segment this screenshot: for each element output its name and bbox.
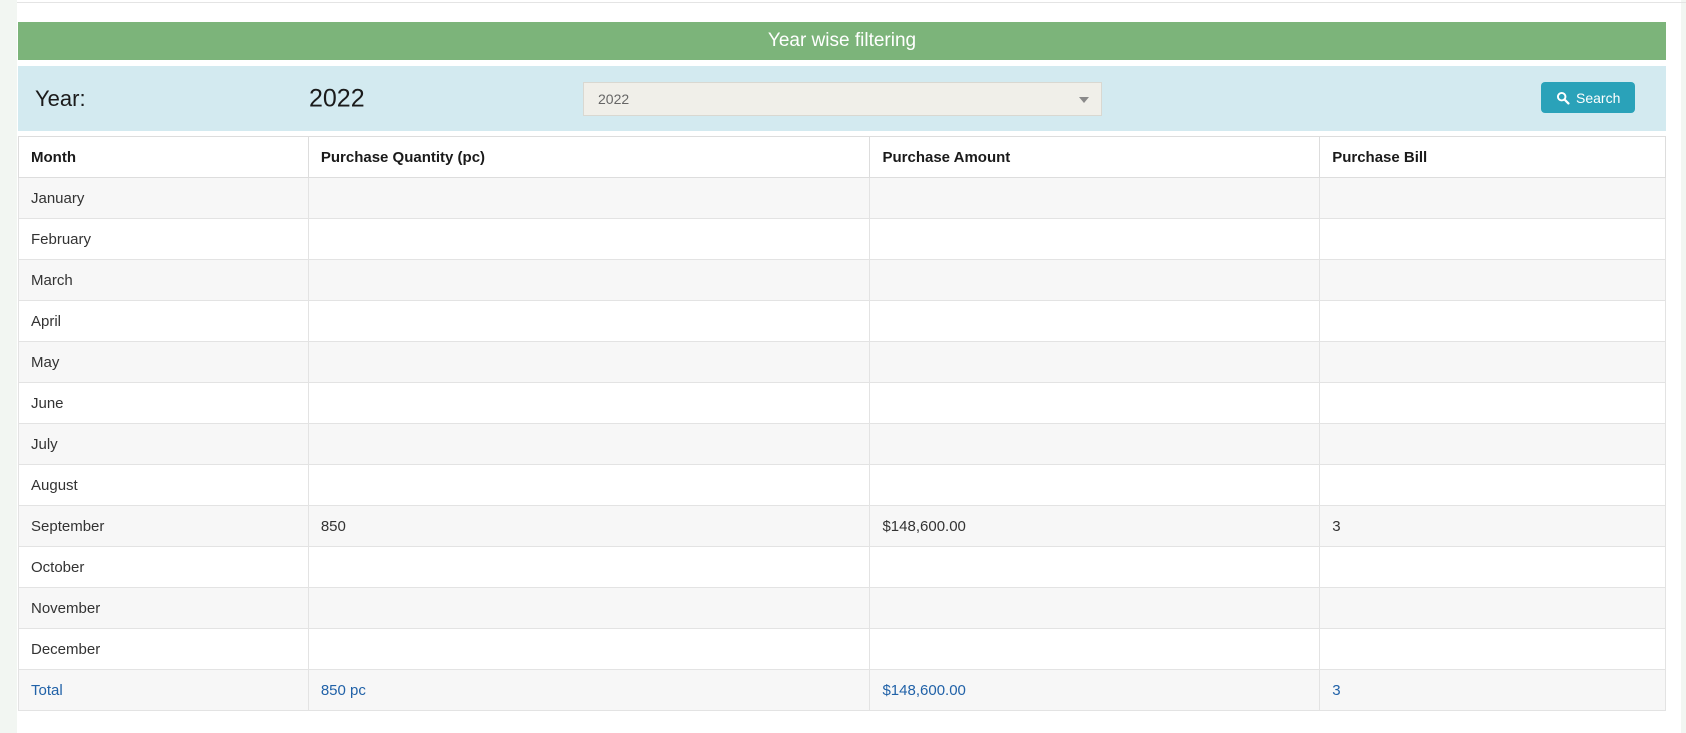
year-value: 2022 [309, 84, 365, 113]
monthly-purchase-table: Month Purchase Quantity (pc) Purchase Am… [18, 136, 1666, 711]
amount-cell [870, 547, 1320, 588]
search-button-label: Search [1576, 90, 1620, 106]
total-quantity-cell: 850 pc [308, 670, 870, 711]
column-header-quantity: Purchase Quantity (pc) [308, 137, 870, 178]
bill-cell [1320, 260, 1666, 301]
table-row: May [19, 342, 1666, 383]
quantity-cell [308, 342, 870, 383]
quantity-cell [308, 547, 870, 588]
total-label-cell: Total [19, 670, 309, 711]
total-bill-cell: 3 [1320, 670, 1666, 711]
bill-cell [1320, 465, 1666, 506]
month-cell: May [19, 342, 309, 383]
table-row: December [19, 629, 1666, 670]
year-label: Year: [35, 86, 86, 112]
quantity-cell [308, 588, 870, 629]
bill-cell [1320, 547, 1666, 588]
month-cell: July [19, 424, 309, 465]
filter-bar: Year: 2022 2022 Search [18, 66, 1666, 131]
top-divider [17, 2, 1686, 3]
amount-cell [870, 465, 1320, 506]
table-header-row: Month Purchase Quantity (pc) Purchase Am… [19, 137, 1666, 178]
total-label-link[interactable]: Total [31, 682, 63, 699]
column-header-month: Month [19, 137, 309, 178]
bill-cell [1320, 629, 1666, 670]
search-button[interactable]: Search [1541, 82, 1635, 113]
total-amount-link[interactable]: $148,600.00 [882, 682, 965, 699]
quantity-cell [308, 178, 870, 219]
amount-cell [870, 342, 1320, 383]
amount-cell [870, 424, 1320, 465]
total-amount-cell: $148,600.00 [870, 670, 1320, 711]
bill-cell [1320, 219, 1666, 260]
month-cell: September [19, 506, 309, 547]
month-cell: October [19, 547, 309, 588]
table-row: March [19, 260, 1666, 301]
table-row: April [19, 301, 1666, 342]
month-cell: March [19, 260, 309, 301]
amount-cell [870, 178, 1320, 219]
month-cell: February [19, 219, 309, 260]
bill-cell [1320, 424, 1666, 465]
table-total-row: Total 850 pc $148,600.00 3 [19, 670, 1666, 711]
amount-cell [870, 219, 1320, 260]
page-right-margin [1681, 0, 1686, 733]
bill-cell [1320, 342, 1666, 383]
main-content: Year wise filtering Year: 2022 2022 Sear… [18, 22, 1666, 711]
year-select-value: 2022 [598, 91, 629, 107]
table-row: October [19, 547, 1666, 588]
month-cell: June [19, 383, 309, 424]
year-select[interactable]: 2022 [583, 82, 1102, 116]
table-row: February [19, 219, 1666, 260]
chevron-down-icon [1079, 97, 1089, 103]
amount-cell [870, 260, 1320, 301]
amount-cell [870, 383, 1320, 424]
month-cell: August [19, 465, 309, 506]
quantity-cell [308, 424, 870, 465]
month-cell: December [19, 629, 309, 670]
amount-cell [870, 629, 1320, 670]
bill-cell: 3 [1320, 506, 1666, 547]
bill-cell [1320, 301, 1666, 342]
month-cell: January [19, 178, 309, 219]
table-row: September 850 $148,600.00 3 [19, 506, 1666, 547]
table-row: November [19, 588, 1666, 629]
search-icon [1556, 91, 1570, 105]
table-row: July [19, 424, 1666, 465]
quantity-cell [308, 629, 870, 670]
quantity-cell [308, 301, 870, 342]
table-row: June [19, 383, 1666, 424]
amount-cell: $148,600.00 [870, 506, 1320, 547]
amount-cell [870, 301, 1320, 342]
table-row: August [19, 465, 1666, 506]
total-quantity-link[interactable]: 850 pc [321, 682, 366, 699]
page-title: Year wise filtering [768, 30, 916, 52]
month-cell: April [19, 301, 309, 342]
amount-cell [870, 588, 1320, 629]
bill-cell [1320, 588, 1666, 629]
quantity-cell [308, 465, 870, 506]
column-header-amount: Purchase Amount [870, 137, 1320, 178]
table-row: January [19, 178, 1666, 219]
page-title-bar: Year wise filtering [18, 22, 1666, 60]
column-header-bill: Purchase Bill [1320, 137, 1666, 178]
quantity-cell [308, 383, 870, 424]
month-cell: November [19, 588, 309, 629]
quantity-cell: 850 [308, 506, 870, 547]
total-bill-link[interactable]: 3 [1332, 682, 1340, 699]
quantity-cell [308, 219, 870, 260]
bill-cell [1320, 383, 1666, 424]
bill-cell [1320, 178, 1666, 219]
page-left-margin [0, 0, 17, 733]
quantity-cell [308, 260, 870, 301]
